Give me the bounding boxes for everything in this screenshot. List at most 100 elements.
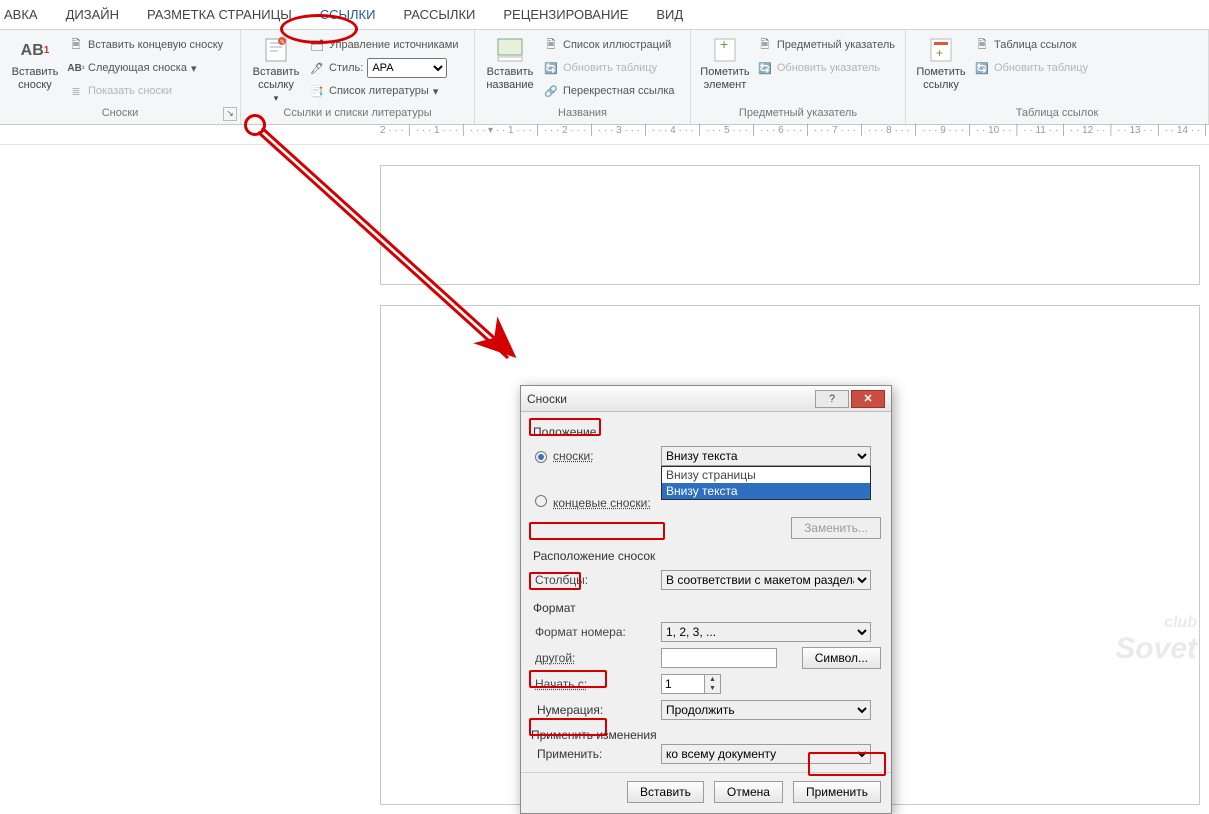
style-icon: 🖊 <box>309 60 325 76</box>
group-label-authorities: Таблица ссылок <box>912 106 1202 124</box>
endnote-icon: 🗎 <box>68 37 84 53</box>
custom-mark-input[interactable] <box>661 648 777 668</box>
numbering-select[interactable]: Продолжить <box>661 700 871 720</box>
mark-entry-button[interactable]: + Пометить элемент <box>697 32 753 92</box>
bibliography-icon: 📑 <box>309 83 325 99</box>
label-footnotes: сноски: <box>553 449 594 463</box>
tab-design[interactable]: ДИЗАЙН <box>52 0 133 30</box>
insert-endnote-button[interactable]: 🗎Вставить концевую сноску <box>64 35 227 55</box>
footnote-AB-icon: AB1 <box>19 36 51 64</box>
apply-to-select[interactable]: ко всему документу <box>661 744 871 764</box>
group-captions: Вставить название 🗎Список иллюстраций 🔄О… <box>475 30 691 124</box>
citation-style-row: 🖊 Стиль: APA <box>305 58 462 78</box>
bibliography-button[interactable]: 📑Список литературы ▾ <box>305 81 462 101</box>
label-endnotes: концевые сноски: <box>553 496 651 510</box>
label-start-at: Начать с: <box>531 677 661 691</box>
manage-sources-icon: 🗂 <box>309 37 325 53</box>
insert-footnote-button[interactable]: AB1 Вставить сноску <box>6 32 64 92</box>
help-button[interactable]: ? <box>815 390 849 408</box>
footnotes-dialog: Сноски ? ✕ Положение сноски: Внизу текст… <box>520 385 892 814</box>
table-of-figures-button[interactable]: 🗎Список иллюстраций <box>539 35 679 55</box>
number-format-select[interactable]: 1, 2, 3, ... <box>661 622 871 642</box>
svg-text:+: + <box>720 37 728 52</box>
index-icon: 🗎 <box>757 37 773 53</box>
mark-citation-button[interactable]: + Пометить ссылку <box>912 32 970 92</box>
mark-citation-icon: + <box>925 36 957 64</box>
citation-icon: ✎ <box>260 36 292 64</box>
footnotes-position-select[interactable]: Внизу текста <box>661 446 871 466</box>
insert-caption-button[interactable]: Вставить название <box>481 32 539 92</box>
page-bottom-slice <box>380 165 1200 285</box>
next-footnote-button[interactable]: AB¹Следующая сноска ▾ <box>64 58 227 78</box>
tab-page-layout[interactable]: РАЗМЕТКА СТРАНИЦЫ <box>133 0 306 30</box>
insert-citation-button[interactable]: ✎ Вставить ссылку ▾ <box>247 32 305 105</box>
cancel-button[interactable]: Отмена <box>714 781 783 803</box>
radio-footnotes[interactable] <box>535 451 547 463</box>
columns-select[interactable]: В соответствии с макетом раздела <box>661 570 871 590</box>
ribbon: AB1 Вставить сноску 🗎Вставить концевую с… <box>0 30 1209 125</box>
ruler-marks: 2 · · · │ · · · 1 · · · │ · · · ▾ · · 1 … <box>380 125 1209 136</box>
show-notes-icon: ≣ <box>68 83 84 99</box>
footnotes-dialog-launcher[interactable]: ↘ <box>223 107 237 121</box>
group-label-captions: Названия <box>481 106 684 124</box>
section-format: Формат <box>531 600 578 616</box>
table-of-authorities-button[interactable]: 🗎Таблица ссылок <box>970 35 1092 55</box>
start-at-spinner[interactable]: ▲▼ <box>661 674 721 694</box>
radio-endnotes[interactable] <box>535 495 547 507</box>
label-columns: Столбцы: <box>531 573 661 587</box>
horizontal-ruler: 2 · · · │ · · · 1 · · · │ · · · ▾ · · 1 … <box>0 125 1209 145</box>
apply-button[interactable]: Применить <box>793 781 881 803</box>
update-auth-icon: 🔄 <box>974 60 990 76</box>
spin-down[interactable]: ▼ <box>705 684 720 693</box>
ribbon-tabs: АВКА ДИЗАЙН РАЗМЕТКА СТРАНИЦЫ ССЫЛКИ РАС… <box>0 0 1209 30</box>
mark-entry-icon: + <box>709 36 741 64</box>
update-icon: 🔄 <box>543 60 559 76</box>
spin-up[interactable]: ▲ <box>705 675 720 684</box>
insert-index-button[interactable]: 🗎Предметный указатель <box>753 35 899 55</box>
group-label-footnotes: Сноски <box>6 106 234 124</box>
group-footnotes: AB1 Вставить сноску 🗎Вставить концевую с… <box>0 30 241 124</box>
section-layout: Расположение сносок <box>531 548 657 564</box>
close-button[interactable]: ✕ <box>851 390 885 408</box>
label-custom-mark: другой: <box>531 651 661 665</box>
tab-view[interactable]: ВИД <box>642 0 697 30</box>
caption-icon <box>494 36 526 64</box>
citation-style-select[interactable]: APA <box>367 58 447 78</box>
style-label: Стиль: <box>329 62 363 74</box>
section-position: Положение <box>531 424 598 440</box>
group-citations: ✎ Вставить ссылку ▾ 🗂Управление источник… <box>241 30 475 124</box>
manage-sources-button[interactable]: 🗂Управление источниками <box>305 35 462 55</box>
show-footnotes-button[interactable]: ≣Показать сноски <box>64 81 227 101</box>
cross-ref-icon: 🔗 <box>543 83 559 99</box>
update-index-button[interactable]: 🔄Обновить указатель <box>753 58 899 78</box>
update-authorities-button[interactable]: 🔄Обновить таблицу <box>970 58 1092 78</box>
figures-list-icon: 🗎 <box>543 37 559 53</box>
group-index: + Пометить элемент 🗎Предметный указатель… <box>691 30 906 124</box>
group-authorities: + Пометить ссылку 🗎Таблица ссылок 🔄Обнов… <box>906 30 1209 124</box>
dialog-title: Сноски <box>527 392 813 406</box>
start-at-input[interactable] <box>661 674 705 694</box>
authorities-icon: 🗎 <box>974 37 990 53</box>
update-table-button[interactable]: 🔄Обновить таблицу <box>539 58 679 78</box>
svg-text:✎: ✎ <box>280 39 285 46</box>
convert-button: Заменить... <box>791 517 881 539</box>
tab-mailings[interactable]: РАССЫЛКИ <box>389 0 489 30</box>
cross-reference-button[interactable]: 🔗Перекрестная ссылка <box>539 81 679 101</box>
label-apply-to: Применить: <box>535 746 604 762</box>
update-index-icon: 🔄 <box>757 60 773 76</box>
option-below-text[interactable]: Внизу текста <box>662 483 870 499</box>
tab-review[interactable]: РЕЦЕНЗИРОВАНИЕ <box>489 0 642 30</box>
document-area: Сноски ? ✕ Положение сноски: Внизу текст… <box>0 145 1209 672</box>
tab-vstavka-cut[interactable]: АВКА <box>0 0 52 30</box>
section-apply-changes: Применить изменения <box>531 728 881 742</box>
symbol-button[interactable]: Символ... <box>802 647 881 669</box>
tab-references[interactable]: ССЫЛКИ <box>306 0 390 30</box>
insert-button[interactable]: Вставить <box>627 781 704 803</box>
watermark: club Sovet <box>1115 610 1197 662</box>
svg-text:+: + <box>936 46 943 60</box>
option-bottom-of-page[interactable]: Внизу страницы <box>662 467 870 483</box>
footnotes-position-dropdown[interactable]: Внизу страницы Внизу текста <box>661 466 871 500</box>
group-label-index: Предметный указатель <box>697 106 899 124</box>
next-footnote-icon: AB¹ <box>68 60 84 76</box>
dialog-titlebar[interactable]: Сноски ? ✕ <box>521 386 891 412</box>
